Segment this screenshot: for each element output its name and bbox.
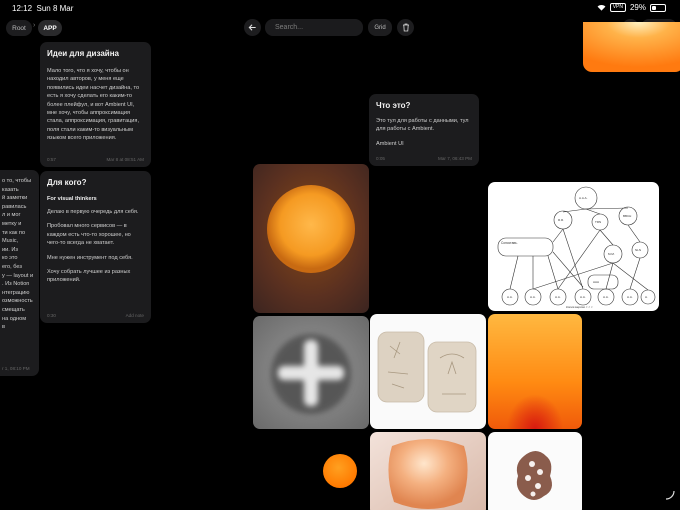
note-meta: 0:05 Mar 7, 06:43 PM — [376, 156, 472, 161]
brown-sculpture-image[interactable] — [488, 432, 582, 510]
chevron-right-icon: › — [33, 22, 36, 29]
note-line: равилась — [2, 203, 27, 210]
note-line: ии. Из — [2, 246, 18, 253]
svg-text:A.: A. — [645, 295, 648, 299]
svg-text:A.A.: A.A. — [580, 295, 586, 299]
svg-text:A.A.: A.A. — [530, 295, 536, 299]
note-paragraph: Пробовал много сервисов — в каждом есть … — [47, 223, 131, 247]
note-meta: 0:57 Mar 8 at 08:51 AM — [47, 157, 144, 162]
diagram-label-a: Сопоставь. — [501, 241, 518, 245]
grid-button[interactable]: Grid — [368, 19, 392, 36]
svg-text:A.A.: A.A. — [627, 295, 633, 299]
note-card-partial[interactable]: о то, чтобы казать й заметки равилась л и мо… — [0, 170, 39, 376]
note-title: Что это? — [376, 101, 411, 110]
note-line: Music, — [2, 238, 19, 245]
note-partial-text: о то, чтобы казать й заметки равилась л и мо… — [2, 177, 34, 332]
note-title: Идеи для дизайна — [47, 49, 119, 58]
note-line: озможность — [2, 298, 33, 305]
search-input[interactable]: Search... — [265, 19, 363, 36]
svg-text:A.A.: A.A. — [603, 295, 609, 299]
note-line: казать — [2, 186, 19, 193]
note-body: Мало того, что я хочу, чтобы он находил … — [47, 68, 140, 142]
note-line: о то, чтобы — [2, 178, 32, 184]
note-body: Это тул для работы с данными, тул для ра… — [376, 118, 469, 133]
note-line: й заметки — [2, 195, 28, 202]
svg-text:A.A.: A.A. — [555, 295, 561, 299]
note-title: Для кого? — [47, 178, 87, 187]
note-card-for-whom[interactable]: Для кого? For visual thinkers Делаю в пе… — [40, 171, 151, 323]
arrow-left-icon — [248, 24, 256, 31]
note-subtitle: For visual thinkers — [47, 196, 97, 202]
status-time: 12:12 Sun 8 Mar — [12, 4, 74, 13]
svg-text:BBCH: BBCH — [623, 214, 631, 218]
svg-text:AAA: AAA — [593, 280, 599, 284]
diagram-label-b: Копия версии < < < — [566, 305, 593, 309]
svg-text:A.A.A.: A.A.A. — [579, 196, 588, 200]
note-paragraph: Делаю в первую очередь для себя. — [47, 209, 139, 215]
status-right: VPN 29% — [597, 3, 666, 12]
note-line: его, без — [2, 263, 22, 270]
note-paragraph: Мне нужен инструмент под себя. — [47, 254, 133, 261]
loading-arc-icon — [665, 490, 675, 500]
note-line: . Из Notion — [2, 281, 30, 288]
note-line: смещать — [2, 306, 25, 313]
note-extra: Ambient UI — [376, 140, 404, 147]
orange-sun-image[interactable] — [253, 164, 369, 313]
peach-vase-image[interactable] — [370, 432, 486, 510]
breadcrumb-root[interactable]: Root — [6, 20, 32, 36]
stone-tablets-image[interactable] — [370, 314, 486, 429]
note-card-design-ideas[interactable]: Идеи для дизайна Мало того, что я хочу, … — [40, 42, 151, 167]
trash-icon — [402, 23, 409, 32]
note-line: ко это — [2, 255, 18, 262]
note-line: метку и — [2, 220, 22, 227]
note-meta: r 1, 08:10 PM — [2, 366, 30, 371]
note-meta: 0:30 Add note — [47, 313, 144, 318]
vpn-badge: VPN — [609, 3, 626, 12]
note-line: ти как по — [2, 229, 26, 236]
svg-text:R.R.: R.R. — [558, 218, 564, 222]
orange-gradient-image[interactable] — [488, 314, 582, 429]
note-line: в — [2, 324, 5, 331]
note-line: на одном — [2, 315, 27, 322]
note-line: y — layout и — [2, 272, 34, 279]
wifi-icon — [597, 5, 606, 11]
note-line: л и мог — [2, 212, 21, 219]
note-line: нтеграцию — [2, 289, 30, 296]
orange-corner-image[interactable] — [583, 22, 680, 72]
svg-text:NLN: NLN — [635, 248, 641, 252]
battery-icon — [650, 3, 666, 12]
delete-button[interactable] — [397, 19, 414, 36]
svg-text:TRN: TRN — [595, 220, 601, 224]
flowchart-diagram-image[interactable]: A.A.A. R.R. TRN BBCH M.M. NLN AAA A.A. A… — [488, 182, 659, 311]
status-bar: 12:12 Sun 8 Mar VPN 29% — [0, 0, 680, 16]
svg-text:A.A.: A.A. — [507, 295, 513, 299]
gray-cross-image[interactable] — [253, 316, 369, 429]
add-note-link[interactable]: Add note — [126, 313, 144, 318]
back-button[interactable] — [244, 19, 261, 36]
svg-text:M.M.: M.M. — [608, 252, 615, 256]
note-paragraph: Хочу собрать лучшее из разных приложений… — [47, 269, 131, 284]
battery-percent: 29% — [629, 3, 646, 12]
floating-orange-dot[interactable] — [323, 454, 357, 488]
note-card-what-is[interactable]: Что это? Это тул для работы с данными, т… — [369, 94, 479, 166]
breadcrumb-app[interactable]: APP — [38, 20, 62, 36]
